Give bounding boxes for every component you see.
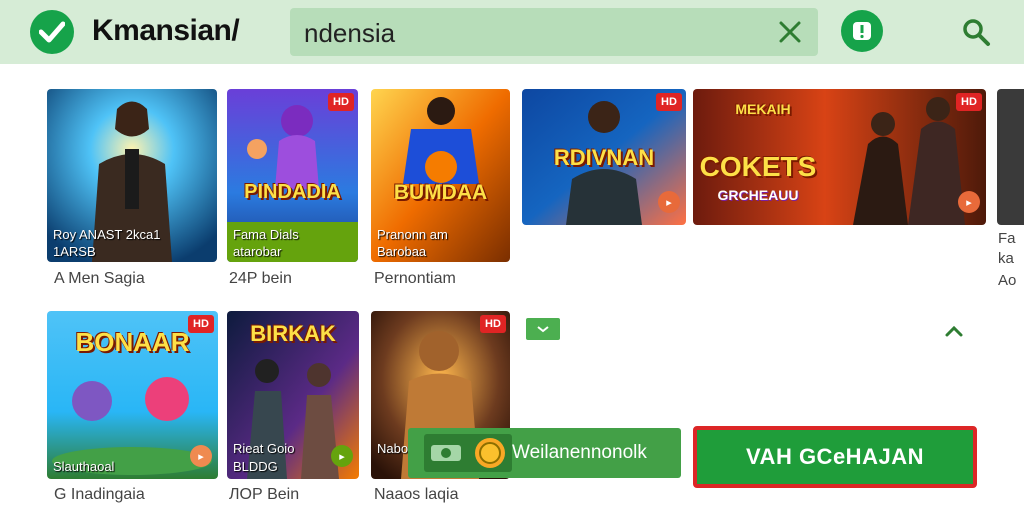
tile-overlay-subtext: BLDDG — [233, 459, 278, 474]
tile-overlay-subtext: Barobaa — [377, 244, 427, 259]
tile-caption: Naaos laqia — [374, 486, 459, 503]
game-tile[interactable]: BUMDAA Pranonn am Barobaa — [371, 89, 510, 262]
edge-caption: Ao — [998, 272, 1017, 289]
tile-title: PINDADIA — [244, 181, 341, 203]
hd-badge: HD — [656, 93, 682, 111]
game-tile[interactable]: HD BONAAR Slauthaoal ▸ — [47, 311, 218, 479]
chevron-up-icon[interactable] — [942, 322, 966, 340]
search-icon[interactable] — [960, 16, 992, 48]
tile-title: RDIVNAN — [553, 145, 655, 170]
tile-caption: Pernontiam — [374, 270, 456, 287]
app-title: Kmansian/ — [92, 14, 240, 47]
edge-caption: ka — [998, 250, 1014, 267]
tile-overlay-text: Rieat Goio — [233, 441, 295, 456]
hd-badge: HD — [956, 93, 982, 111]
tile-caption: 24P bein — [229, 270, 292, 287]
play-chip-icon[interactable]: ▸ — [190, 445, 212, 467]
notification-icon[interactable] — [841, 10, 883, 52]
tile-overlay-text: Pranonn am — [377, 227, 448, 242]
tile-caption: A Men Sagia — [54, 270, 145, 287]
game-tile[interactable]: BIRKAK Rieat Goio BLDDG ▸ — [227, 311, 359, 479]
tile-title: BUMDAA — [393, 181, 488, 204]
tile-caption: G Inadingaia — [54, 486, 145, 503]
next-tile-partial[interactable] — [997, 89, 1024, 225]
tile-title: BONAAR — [75, 327, 190, 357]
tile-subtitle: GRCHEAUU — [717, 187, 799, 203]
tile-overlay-text: Slauthaoal — [53, 459, 115, 474]
tile-overlay-subtext: atarobar — [233, 244, 282, 259]
promo-label: Weilanennonolk — [512, 442, 647, 463]
tile-overlay-text: Roy ANAST 2kca1 — [53, 227, 161, 242]
play-chip-icon[interactable]: ▸ — [331, 445, 353, 467]
tile-overlay-text: Fama Dials — [233, 227, 299, 242]
expand-chevron-icon[interactable] — [526, 318, 560, 340]
tile-title: BIRKAK — [250, 321, 336, 346]
tile-overlay-subtext: 1ARSB — [53, 244, 96, 259]
close-icon[interactable] — [778, 20, 802, 44]
game-tile[interactable]: HD PINDADIA Fama Dials atarobar — [227, 89, 358, 262]
hd-badge: HD — [480, 315, 506, 333]
tile-caption: ЛОР Bein — [229, 486, 300, 503]
logo-check-icon[interactable] — [30, 10, 74, 54]
tile-sign-text: MEKAIH — [735, 101, 791, 117]
game-tile[interactable]: MEKAIH COKETS GRCHEAUU HD ▸ — [693, 89, 986, 225]
promo-coins-icon — [424, 434, 512, 472]
game-tile[interactable]: Roy ANAST 2kca1 1ARSB — [47, 89, 217, 262]
tile-title: COKETS — [699, 151, 817, 182]
hd-badge: HD — [328, 93, 354, 111]
search-input[interactable]: ndensia — [290, 8, 818, 56]
play-chip-icon[interactable]: ▸ — [658, 191, 680, 213]
game-tile[interactable]: HD RDIVNAN ▸ — [522, 89, 686, 225]
cta-button[interactable]: VAH GCeHAJAN — [693, 426, 977, 488]
top-bar: Kmansian/ ndensia — [0, 0, 1024, 64]
edge-caption: Fa — [998, 230, 1016, 247]
search-value: ndensia — [304, 18, 396, 48]
promo-banner[interactable]: Weilanennonolk — [408, 428, 681, 478]
play-chip-icon[interactable]: ▸ — [958, 191, 980, 213]
